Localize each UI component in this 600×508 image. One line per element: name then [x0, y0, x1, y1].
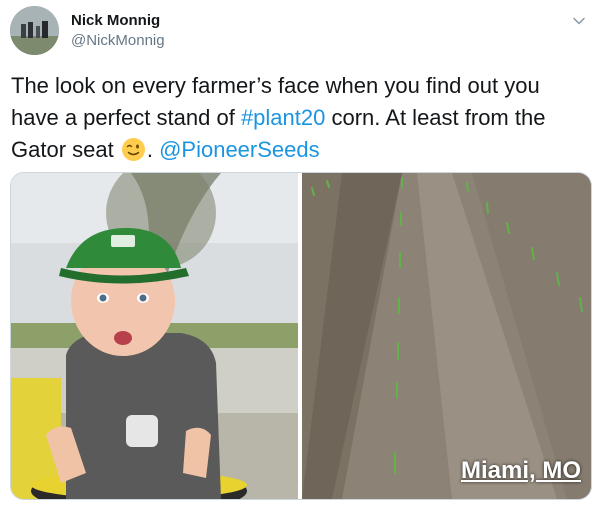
user-names: Nick Monnig @NickMonnig	[71, 11, 165, 50]
hashtag-link[interactable]: #plant20	[241, 105, 325, 130]
display-name[interactable]: Nick Monnig	[71, 11, 165, 31]
user-handle[interactable]: @NickMonnig	[71, 31, 165, 50]
corn-field-rows-photo[interactable]	[302, 173, 591, 499]
avatar[interactable]	[10, 6, 59, 55]
mention-link[interactable]: @PioneerSeeds	[159, 137, 320, 162]
tweet-text: The look on every farmer’s face when you…	[11, 70, 586, 166]
tweet-header: Nick Monnig @NickMonnig	[10, 6, 590, 56]
chevron-down-icon[interactable]	[572, 14, 586, 28]
media-grid: Miami, MO	[10, 172, 592, 500]
winking-face-icon	[121, 138, 145, 161]
location-caption: Miami, MO	[460, 457, 581, 484]
tweet-text-part: .	[146, 137, 160, 162]
baby-in-green-cap-photo[interactable]	[11, 173, 298, 499]
